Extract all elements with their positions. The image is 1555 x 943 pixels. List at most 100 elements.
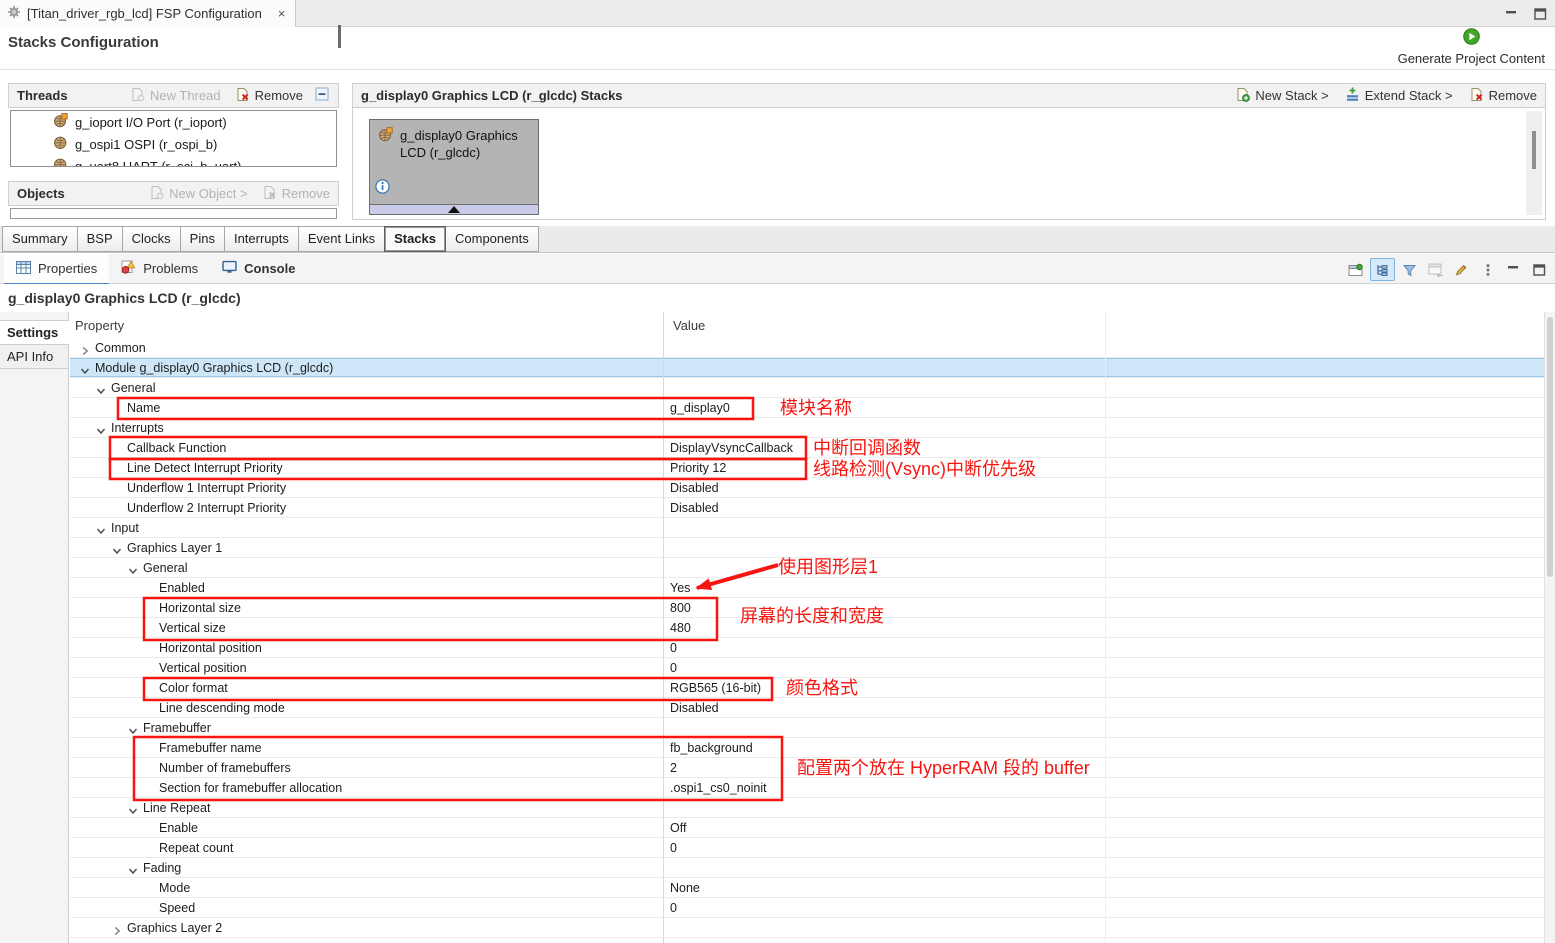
property-row-speed[interactable]: Speed0 (70, 898, 1545, 918)
property-row-fading[interactable]: Fading (70, 858, 1545, 878)
property-value[interactable]: RGB565 (16-bit) (670, 681, 761, 695)
property-row-input[interactable]: Input (70, 518, 1545, 538)
property-row-vertical-size[interactable]: Vertical size480 (70, 618, 1545, 638)
view-tab-problems[interactable]: Problems (109, 254, 210, 285)
new-stack-button[interactable]: New Stack > (1235, 87, 1328, 105)
view-tab-console[interactable]: Console (210, 254, 307, 285)
property-value[interactable]: .ospi1_cs0_noinit (670, 781, 767, 795)
property-row-graphics-layer-1[interactable]: Graphics Layer 1 (70, 538, 1545, 558)
chevron-right-icon[interactable] (112, 923, 122, 933)
thread-list-item[interactable]: g_ospi1 OSPI (r_ospi_b) (11, 133, 336, 155)
property-row-general[interactable]: General (70, 378, 1545, 398)
property-value[interactable]: 0 (670, 661, 677, 675)
property-value[interactable]: Yes (670, 581, 690, 595)
filter-icon[interactable] (1398, 259, 1421, 280)
property-row-module-g-display0-graphics-lcd-r-glcdc[interactable]: Module g_display0 Graphics LCD (r_glcdc) (70, 358, 1545, 378)
property-value[interactable]: fb_background (670, 741, 753, 755)
property-row-framebuffer-name[interactable]: Framebuffer namefb_background (70, 738, 1545, 758)
remove-stack-button[interactable]: Remove (1469, 87, 1537, 105)
property-row-color-format[interactable]: Color formatRGB565 (16-bit) (70, 678, 1545, 698)
config-tab-components[interactable]: Components (445, 226, 539, 252)
property-row-repeat-count[interactable]: Repeat count0 (70, 838, 1545, 858)
property-row-enable[interactable]: EnableOff (70, 818, 1545, 838)
sidebar-item-settings[interactable]: Settings (0, 320, 69, 345)
property-value[interactable]: None (670, 881, 700, 895)
property-row-mode[interactable]: ModeNone (70, 878, 1545, 898)
property-value[interactable]: Disabled (670, 701, 719, 715)
close-icon[interactable]: × (278, 6, 286, 21)
chevron-down-icon[interactable] (96, 523, 106, 533)
info-icon[interactable] (375, 179, 390, 199)
view-tab-properties[interactable]: Properties (4, 254, 109, 285)
restore-defaults-icon[interactable] (1424, 259, 1447, 280)
property-row-section-for-framebuffer-allocation[interactable]: Section for framebuffer allocation.ospi1… (70, 778, 1545, 798)
property-value[interactable]: 480 (670, 621, 691, 635)
config-tab-clocks[interactable]: Clocks (122, 226, 181, 252)
thread-list[interactable]: g_ioport I/O Port (r_ioport)g_ospi1 OSPI… (10, 110, 337, 167)
new-object-button[interactable]: New Object > (149, 185, 247, 203)
properties-scrollbar[interactable] (1544, 312, 1555, 943)
maximize-icon[interactable] (1528, 259, 1551, 280)
remove-thread-button[interactable]: Remove (235, 87, 303, 105)
property-row-underflow-2-interrupt-priority[interactable]: Underflow 2 Interrupt PriorityDisabled (70, 498, 1545, 518)
chevron-down-icon[interactable] (128, 863, 138, 873)
pin-view-icon[interactable] (1344, 259, 1367, 280)
new-thread-button[interactable]: New Thread (130, 87, 221, 105)
tree-view-icon[interactable] (1370, 258, 1395, 281)
chevron-down-icon[interactable] (128, 563, 138, 573)
chevron-down-icon[interactable] (80, 363, 90, 373)
property-row-name[interactable]: Nameg_display0 (70, 398, 1545, 418)
property-value[interactable]: 800 (670, 601, 691, 615)
stack-node-expander[interactable] (369, 205, 539, 215)
property-row-line-repeat[interactable]: Line Repeat (70, 798, 1545, 818)
property-value[interactable]: g_display0 (670, 401, 730, 415)
window-maximize-icon[interactable] (1534, 7, 1547, 25)
config-tab-pins[interactable]: Pins (180, 226, 225, 252)
property-value[interactable]: 0 (670, 641, 677, 655)
property-row-framebuffer[interactable]: Framebuffer (70, 718, 1545, 738)
chevron-down-icon[interactable] (96, 423, 106, 433)
chevron-down-icon[interactable] (112, 543, 122, 553)
property-row-interrupts[interactable]: Interrupts (70, 418, 1545, 438)
config-tab-event-links[interactable]: Event Links (298, 226, 385, 252)
property-row-general[interactable]: General (70, 558, 1545, 578)
stack-canvas[interactable]: g_display0 Graphics LCD (r_glcdc) (352, 108, 1546, 220)
property-value[interactable]: DisplayVsyncCallback (670, 441, 793, 455)
property-row-graphics-layer-2[interactable]: Graphics Layer 2 (70, 918, 1545, 938)
chevron-down-icon[interactable] (128, 723, 138, 733)
property-value[interactable]: Off (670, 821, 686, 835)
edit-icon[interactable] (1450, 259, 1473, 280)
property-row-line-detect-interrupt-priority[interactable]: Line Detect Interrupt PriorityPriority 1… (70, 458, 1545, 478)
config-tab-interrupts[interactable]: Interrupts (224, 226, 299, 252)
chevron-down-icon[interactable] (128, 803, 138, 813)
property-value[interactable]: 0 (670, 901, 677, 915)
property-value[interactable]: 0 (670, 841, 677, 855)
editor-tab[interactable]: [Titan_driver_rgb_lcd] FSP Configuration… (0, 0, 296, 27)
config-tab-stacks[interactable]: Stacks (384, 226, 446, 252)
thread-list-item[interactable]: g_uart8 UART (r_sci_b_uart) (11, 155, 336, 167)
property-row-vertical-position[interactable]: Vertical position0 (70, 658, 1545, 678)
thread-list-scrollbar[interactable] (338, 25, 341, 48)
thread-list-item[interactable]: g_ioport I/O Port (r_ioport) (11, 111, 336, 133)
property-value[interactable]: 2 (670, 761, 677, 775)
property-row-callback-function[interactable]: Callback FunctionDisplayVsyncCallback (70, 438, 1545, 458)
collapse-all-icon[interactable] (315, 87, 330, 105)
property-row-horizontal-position[interactable]: Horizontal position0 (70, 638, 1545, 658)
property-row-line-descending-mode[interactable]: Line descending modeDisabled (70, 698, 1545, 718)
config-tab-bsp[interactable]: BSP (77, 226, 123, 252)
stack-node-g-display0[interactable]: g_display0 Graphics LCD (r_glcdc) (369, 119, 539, 215)
chevron-down-icon[interactable] (96, 383, 106, 393)
extend-stack-button[interactable]: Extend Stack > (1345, 87, 1453, 105)
property-value[interactable]: Priority 12 (670, 461, 726, 475)
config-tab-summary[interactable]: Summary (2, 226, 78, 252)
property-value[interactable]: Disabled (670, 481, 719, 495)
object-list[interactable] (10, 208, 337, 219)
generate-project-content-button[interactable]: Generate Project Content (1398, 28, 1545, 66)
sidebar-item-api-info[interactable]: API Info (0, 345, 68, 369)
minimize-icon[interactable] (1502, 259, 1525, 280)
window-minimize-icon[interactable] (1505, 7, 1518, 25)
property-row-enabled[interactable]: EnabledYes (70, 578, 1545, 598)
property-row-common[interactable]: Common (70, 338, 1545, 358)
property-row-number-of-framebuffers[interactable]: Number of framebuffers2 (70, 758, 1545, 778)
property-row-underflow-1-interrupt-priority[interactable]: Underflow 1 Interrupt PriorityDisabled (70, 478, 1545, 498)
